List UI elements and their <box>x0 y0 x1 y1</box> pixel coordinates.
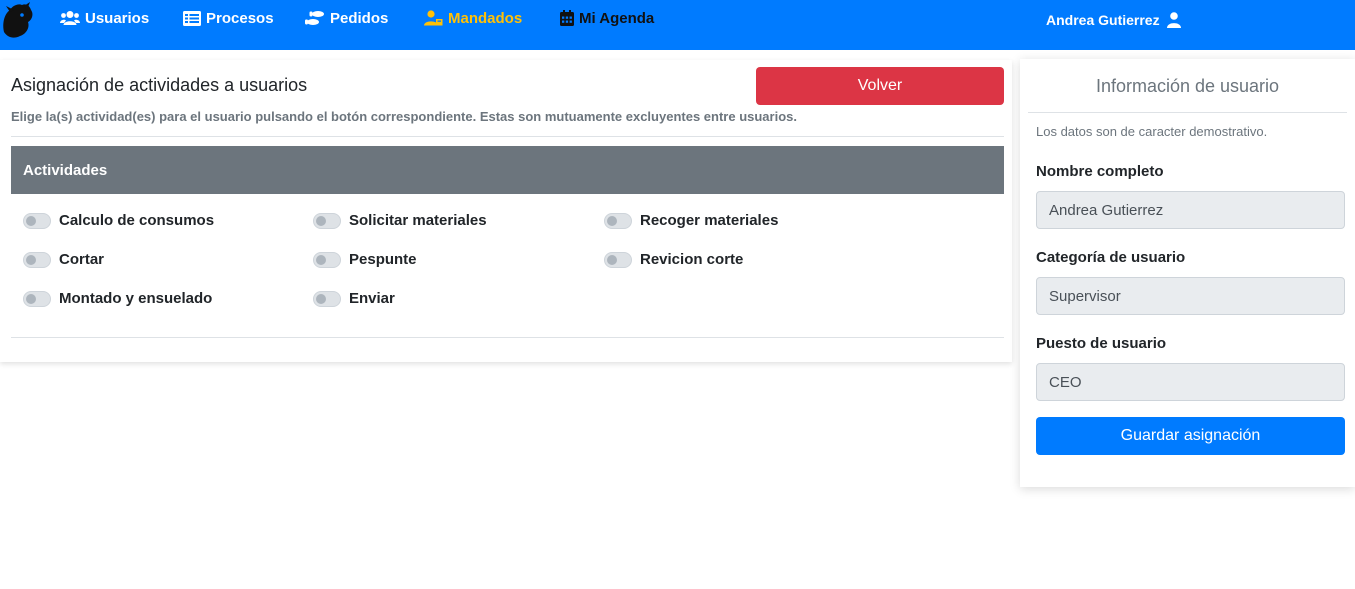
toggle-cortar[interactable]: Cortar <box>23 251 104 268</box>
logo-icon[interactable] <box>0 2 34 40</box>
demo-note: Los datos son de caracter demostrativo. <box>1036 124 1268 139</box>
toggle-montado-y-ensuelado[interactable]: Montado y ensuelado <box>23 290 212 307</box>
toggle-label: Calculo de consumos <box>59 212 215 229</box>
divider <box>1028 112 1347 113</box>
user-tie-icon <box>424 10 443 26</box>
user-icon <box>1166 12 1181 28</box>
full-name-label: Nombre completo <box>1036 163 1164 180</box>
calendar-icon <box>560 10 574 26</box>
activity-assignment-card: Asignación de actividades a usuarios Eli… <box>0 60 1012 362</box>
full-name-field[interactable] <box>1036 191 1345 229</box>
user-menu[interactable]: Andrea Gutierrez <box>1046 12 1181 28</box>
list-icon <box>183 10 201 26</box>
toggle-switch[interactable] <box>313 212 341 229</box>
toggle-switch[interactable] <box>604 212 632 229</box>
toggle-solicitar-materiales[interactable]: Solicitar materiales <box>313 212 487 229</box>
save-assignment-button[interactable]: Guardar asignación <box>1036 417 1345 455</box>
nav-pedidos-label: Pedidos <box>330 9 389 27</box>
nav-mandados[interactable]: Mandados <box>423 8 522 28</box>
top-navbar: Usuarios Procesos Pedidos Mandados Mi Ag… <box>0 0 1355 50</box>
nav-pedidos[interactable]: Pedidos <box>305 8 388 28</box>
page-subtitle: Elige la(s) actividad(es) para el usuari… <box>11 109 797 124</box>
toggle-enviar[interactable]: Enviar <box>313 290 395 307</box>
users-icon <box>60 11 80 25</box>
nav-mi-agenda-label: Mi Agenda <box>579 9 655 27</box>
user-info-card: Información de usuario Los datos son de … <box>1020 59 1355 487</box>
toggle-switch[interactable] <box>313 290 341 307</box>
user-position-label: Puesto de usuario <box>1036 335 1167 352</box>
shoe-prints-icon <box>305 11 324 25</box>
toggle-switch[interactable] <box>23 290 51 307</box>
nav-procesos[interactable]: Procesos <box>183 8 274 28</box>
activities-header: Actividades <box>11 146 1004 194</box>
nav-procesos-label: Procesos <box>206 9 274 27</box>
toggle-revicion-corte[interactable]: Revicion corte <box>604 251 743 268</box>
toggle-label: Pespunte <box>349 251 417 268</box>
user-name: Andrea Gutierrez <box>1046 12 1160 28</box>
nav-mi-agenda[interactable]: Mi Agenda <box>560 8 654 28</box>
toggle-label: Revicion corte <box>640 251 744 268</box>
user-position-field[interactable] <box>1036 363 1345 401</box>
nav-mandados-label: Mandados <box>448 9 523 27</box>
user-category-label: Categoría de usuario <box>1036 249 1186 266</box>
nav-usuarios[interactable]: Usuarios <box>60 8 149 28</box>
activities-header-label: Actividades <box>23 161 108 179</box>
user-info-title: Información de usuario <box>1095 76 1280 96</box>
toggle-switch[interactable] <box>23 212 51 229</box>
toggle-switch[interactable] <box>23 251 51 268</box>
toggle-calculo-de-consumos[interactable]: Calculo de consumos <box>23 212 214 229</box>
toggle-label: Recoger materiales <box>640 212 779 229</box>
toggle-label: Enviar <box>349 290 395 307</box>
nav-usuarios-label: Usuarios <box>85 9 150 27</box>
toggle-label: Solicitar materiales <box>349 212 487 229</box>
user-category-field[interactable] <box>1036 277 1345 315</box>
toggle-switch[interactable] <box>604 251 632 268</box>
toggle-label: Montado y ensuelado <box>59 290 213 307</box>
divider <box>11 337 1004 338</box>
toggle-switch[interactable] <box>313 251 341 268</box>
toggle-recoger-materiales[interactable]: Recoger materiales <box>604 212 778 229</box>
back-button[interactable]: Volver <box>756 67 1004 105</box>
toggle-label: Cortar <box>59 251 105 268</box>
divider <box>11 136 1004 137</box>
page-title: Asignación de actividades a usuarios <box>11 75 308 95</box>
toggle-pespunte[interactable]: Pespunte <box>313 251 417 268</box>
